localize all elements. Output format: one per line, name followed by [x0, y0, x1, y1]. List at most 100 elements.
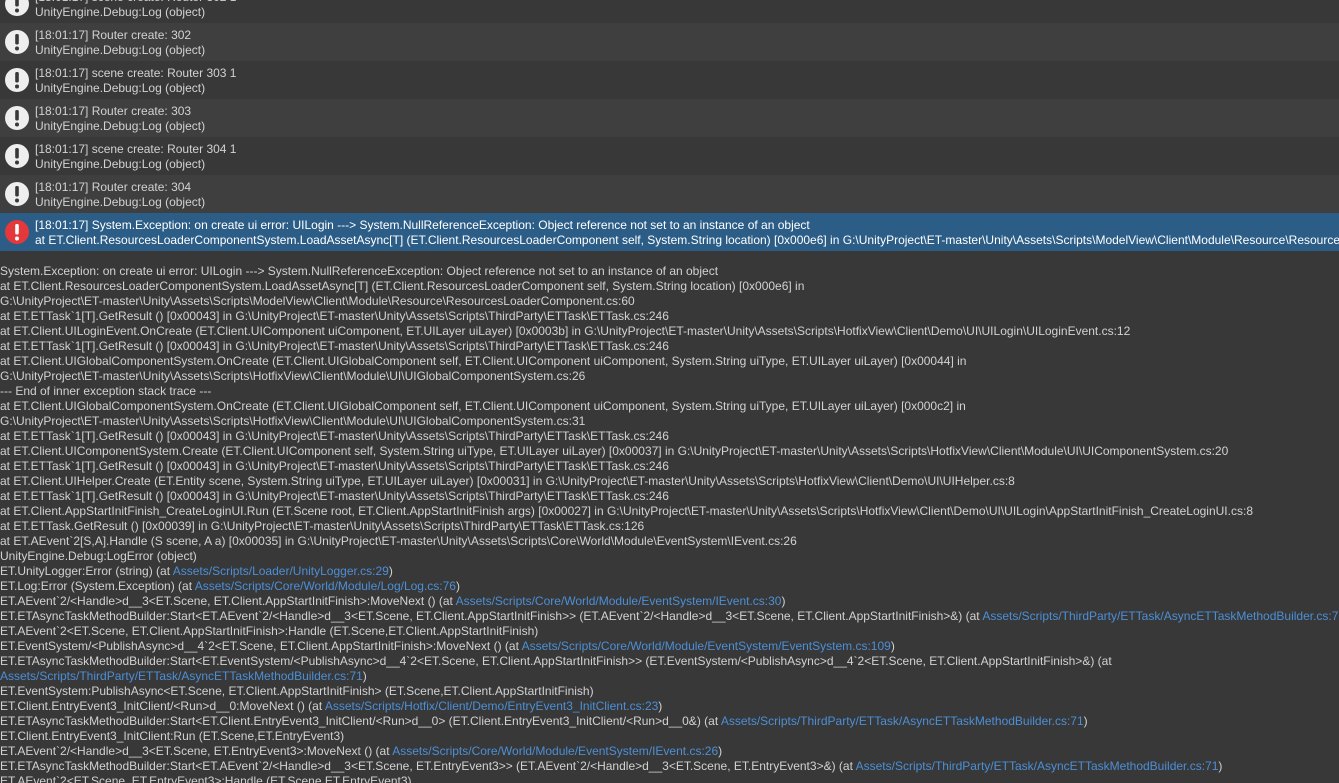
stack-trace-text: ) [718, 744, 723, 758]
source-file-link[interactable]: Assets/Scripts/Hotfix/Client/Demo/EntryE… [325, 699, 658, 713]
stack-trace-text: ) [658, 699, 663, 713]
stack-trace-line: at ET.ETTask`1[T].GetResult () [0x00043]… [0, 339, 669, 354]
log-entry-source: UnityEngine.Debug:Log (object) [35, 43, 206, 57]
error-message-icon [4, 219, 30, 245]
stack-trace-text: at ET.Client.ResourcesLoaderComponentSys… [0, 279, 805, 293]
stack-trace-text: G:\UnityProject\ET-master\Unity\Assets\S… [0, 369, 586, 383]
stack-trace-text: ET.ETAsyncTaskMethodBuilder:Start<ET.AEv… [0, 609, 983, 623]
source-file-link[interactable]: Assets/Scripts/Core/World/Module/EventSy… [522, 639, 891, 653]
stack-trace-line: at ET.Client.UILoginEvent.OnCreate (ET.C… [0, 324, 1130, 339]
log-entry-message: [18:01:17] Router create: 302 [35, 28, 192, 42]
stack-trace-text: at ET.ETTask`1[T].GetResult () [0x00043]… [0, 489, 669, 503]
log-entry[interactable]: [18:01:17] scene create: Router 302 1Uni… [0, 0, 1339, 23]
stack-trace-line: at ET.Client.ResourcesLoaderComponentSys… [0, 279, 804, 294]
stack-trace-text: UnityEngine.Debug:LogError (object) [0, 549, 197, 563]
source-file-link[interactable]: Assets/Scripts/ThirdParty/ETTask/AsyncET… [982, 609, 1339, 623]
source-file-link[interactable]: Assets/Scripts/ThirdParty/ETTask/AsyncET… [0, 669, 363, 683]
log-entry-source: UnityEngine.Debug:Log (object) [35, 195, 206, 209]
stack-trace-text: at ET.ETTask`1[T].GetResult () [0x00043]… [0, 309, 669, 323]
stack-trace-line: at ET.ETTask`1[T].GetResult () [0x00043]… [0, 309, 669, 324]
info-message-icon [4, 105, 30, 131]
stack-trace-line: ET.Client.EntryEvent3_InitClient:Run (ET… [0, 729, 344, 744]
source-file-link[interactable]: Assets/Scripts/ThirdParty/ETTask/AsyncET… [721, 714, 1084, 728]
stack-trace-text: at ET.ETTask`1[T].GetResult () [0x00043]… [0, 339, 669, 353]
log-entry[interactable]: [18:01:17] scene create: Router 304 1 Uni… [0, 137, 1339, 175]
stack-trace-text: ET.EventSystem:PublishAsync<ET.Scene, ET… [0, 684, 594, 698]
stack-trace-line: at ET.ETTask.GetResult () [0x00039] in G… [0, 519, 644, 534]
stack-trace-text: at ET.AEvent`2[S,A].Handle (S scene, A a… [0, 534, 797, 548]
stack-trace-text: ) [1218, 759, 1223, 773]
stack-trace-text: at ET.Client.UIHelper.Create (ET.Entity … [0, 474, 1015, 488]
stack-trace-text: System.Exception: on create ui error: UI… [0, 264, 719, 278]
stack-trace-text: ET.ETAsyncTaskMethodBuilder:Start<ET.AEv… [0, 759, 856, 773]
source-file-link[interactable]: Assets/Scripts/Core/World/Module/Log/Log… [195, 579, 456, 593]
stack-trace-text: ) [781, 594, 786, 608]
stack-trace-text: at ET.Client.AppStartInitFinish_CreateLo… [0, 504, 1253, 518]
stack-trace-text: ) [890, 639, 895, 653]
stack-trace-text: at ET.Client.UIComponentSystem.Create (E… [0, 444, 1229, 458]
stack-trace-line: ET.AEvent`2<ET.Scene, ET.Client.AppStart… [0, 624, 538, 639]
stack-trace-line: at ET.Client.AppStartInitFinish_CreateLo… [0, 504, 1253, 519]
source-file-link[interactable]: Assets/Scripts/Core/World/Module/EventSy… [392, 744, 718, 758]
stack-trace-line: at ET.Client.UIComponentSystem.Create (E… [0, 444, 1228, 459]
stack-trace-line: ET.Log:Error (System.Exception) (at Asse… [0, 579, 460, 594]
info-message-icon [4, 143, 30, 169]
log-entry[interactable]: [18:01:17] Router create: 303 UnityEngine… [0, 99, 1339, 137]
stack-trace-text: ) [1083, 714, 1088, 728]
stack-trace-text: ET.AEvent`2/<Handle>d__3<ET.Scene, ET.En… [0, 744, 393, 758]
stack-trace-text: at ET.Client.UIGlobalComponentSystem.OnC… [0, 399, 966, 413]
stack-trace-text: ) [362, 669, 367, 683]
log-entry[interactable]: [18:01:17] Router create: 302 UnityEngine… [0, 23, 1339, 61]
stack-trace-line: ET.Client.EntryEvent3_InitClient/<Run>d_… [0, 699, 662, 714]
stack-trace-line: ET.ETAsyncTaskMethodBuilder:Start<ET.AEv… [0, 609, 1339, 624]
stack-trace-text: ET.ETAsyncTaskMethodBuilder:Start<ET.Cli… [0, 714, 721, 728]
stack-trace-line: at ET.ETTask`1[T].GetResult () [0x00043]… [0, 489, 669, 504]
source-file-link[interactable]: Assets/Scripts/Core/World/Module/EventSy… [456, 594, 782, 608]
stack-trace-text: ET.Log:Error (System.Exception) (at [0, 579, 195, 593]
stack-trace-line: ET.EventSystem:PublishAsync<ET.Scene, ET… [0, 684, 594, 699]
stack-trace-line: at ET.Client.UIHelper.Create (ET.Entity … [0, 474, 1015, 489]
stack-trace-line: UnityEngine.Debug:LogError (object) [0, 549, 197, 564]
stack-trace-text: ET.Client.EntryEvent3_InitClient/<Run>d_… [0, 699, 325, 713]
stack-trace-line: ET.UnityLogger:Error (string) (at Assets… [0, 564, 393, 579]
stack-trace-line: ET.AEvent`2/<Handle>d__3<ET.Scene, ET.En… [0, 744, 722, 759]
log-entry-message: [18:01:17] scene create: Router 304 1 [35, 142, 237, 156]
log-entry-source: UnityEngine.Debug:Log (object) [35, 157, 206, 171]
stack-trace-text: ET.EventSystem/<PublishAsync>d__4`2<ET.S… [0, 639, 522, 653]
stack-trace-text: ET.AEvent`2<ET.Scene, ET.EntryEvent3>:Ha… [0, 774, 412, 783]
stack-trace-text: at ET.ETTask`1[T].GetResult () [0x00043]… [0, 459, 669, 473]
log-entry[interactable]: [18:01:17] Router create: 304 UnityEngine… [0, 175, 1339, 213]
stack-trace-line: at ET.ETTask`1[T].GetResult () [0x00043]… [0, 429, 669, 444]
log-entry[interactable]: [18:01:17] System.Exception: on create u… [0, 213, 1339, 251]
stack-trace-line: System.Exception: on create ui error: UI… [0, 264, 718, 279]
stack-trace-text: ET.AEvent`2<ET.Scene, ET.Client.AppStart… [0, 624, 539, 638]
info-message-icon [4, 181, 30, 207]
stack-trace-line: ET.ETAsyncTaskMethodBuilder:Start<ET.Eve… [0, 654, 1112, 669]
log-entry-message: [18:01:17] Router create: 304 [35, 180, 192, 194]
log-entry[interactable]: [18:01:17] scene create: Router 303 1 Uni… [0, 61, 1339, 99]
source-file-link[interactable]: Assets/Scripts/Loader/UnityLogger.cs:29 [173, 564, 389, 578]
stack-trace-text: at ET.ETTask`1[T].GetResult () [0x00043]… [0, 429, 669, 443]
stack-trace-line: ET.AEvent`2/<Handle>d__3<ET.Scene, ET.Cl… [0, 594, 785, 609]
source-file-link[interactable]: Assets/Scripts/ThirdParty/ETTask/AsyncET… [856, 759, 1219, 773]
stack-trace-text: ) [388, 564, 393, 578]
stack-trace-text: G:\UnityProject\ET-master\Unity\Assets\S… [0, 294, 635, 308]
stack-trace-line: ET.EventSystem/<PublishAsync>d__4`2<ET.S… [0, 639, 895, 654]
console-detail-pane: System.Exception: on create ui error: UI… [0, 264, 1339, 783]
stack-trace-text: at ET.ETTask.GetResult () [0x00039] in G… [0, 519, 645, 533]
log-entry-message: [18:01:17] scene create: Router 303 1 [35, 66, 237, 80]
stack-trace-line: --- End of inner exception stack trace -… [0, 384, 211, 399]
info-message-icon [4, 67, 30, 93]
stack-trace-line: ET.ETAsyncTaskMethodBuilder:Start<ET.AEv… [0, 759, 1222, 774]
info-message-icon [4, 29, 30, 55]
stack-trace-line: ET.AEvent`2<ET.Scene, ET.EntryEvent3>:Ha… [0, 774, 412, 783]
stack-trace-line: at ET.AEvent`2[S,A].Handle (S scene, A a… [0, 534, 797, 549]
stack-trace-line: G:\UnityProject\ET-master\Unity\Assets\S… [0, 369, 585, 384]
stack-trace-text: ET.UnityLogger:Error (string) (at [0, 564, 173, 578]
stack-trace-line: Assets/Scripts/ThirdParty/ETTask/AsyncET… [0, 669, 367, 684]
stack-trace-text: ET.ETAsyncTaskMethodBuilder:Start<ET.Eve… [0, 654, 1112, 668]
stack-trace-text: ) [455, 579, 460, 593]
log-entry-source: UnityEngine.Debug:Log (object) [35, 81, 206, 95]
stack-trace-text: G:\UnityProject\ET-master\Unity\Assets\S… [0, 414, 586, 428]
log-entry-message: [18:01:17] System.Exception: on create u… [35, 218, 810, 232]
